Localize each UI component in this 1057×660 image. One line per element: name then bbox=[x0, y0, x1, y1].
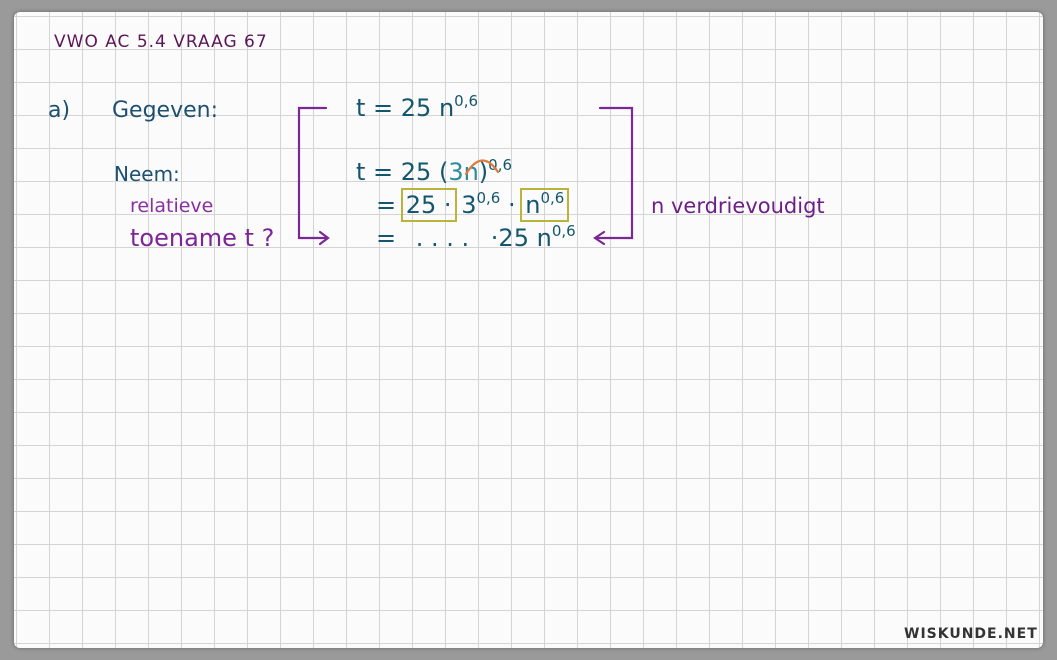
left-bracket bbox=[297, 106, 328, 240]
footer-brand: WISKUNDE.NET bbox=[904, 626, 1038, 642]
orange-arc bbox=[464, 159, 500, 176]
ink-annotations bbox=[297, 106, 634, 246]
right-bracket bbox=[594, 106, 634, 240]
window-frame: VWO AC 5.4 VRAAG 67 a) Gegeven: Neem: re… bbox=[0, 0, 1057, 660]
grid-paper: VWO AC 5.4 VRAAG 67 a) Gegeven: Neem: re… bbox=[14, 12, 1043, 648]
